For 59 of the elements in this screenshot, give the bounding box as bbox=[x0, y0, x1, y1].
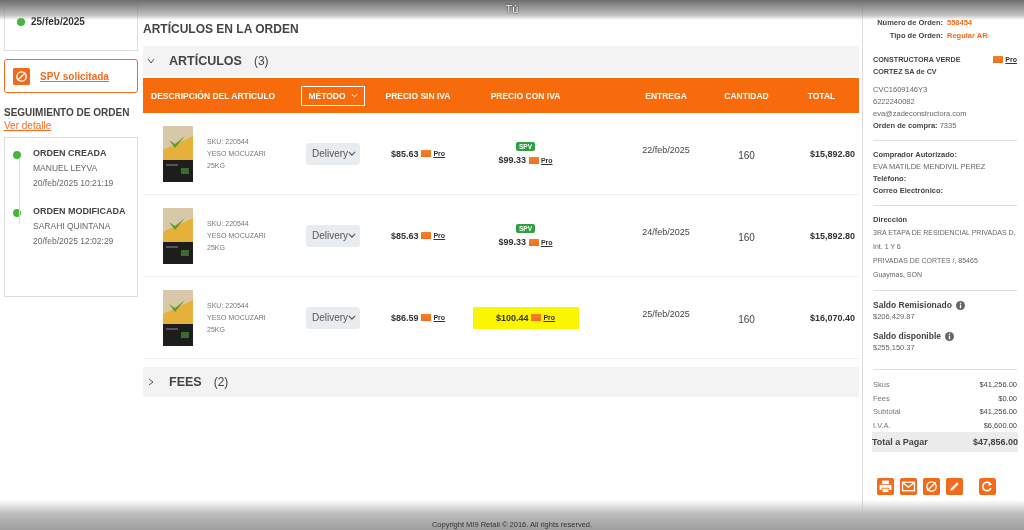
column-header: PRECIO SIN IVA bbox=[385, 90, 451, 101]
method-dropdown[interactable]: Delivery bbox=[306, 224, 360, 247]
caller-caption: Tú bbox=[505, 3, 519, 17]
delivery-date: 25/feb/2025 bbox=[642, 309, 690, 319]
row-total: $16,070.40 bbox=[809, 312, 855, 323]
column-header: CANTIDAD bbox=[724, 90, 769, 101]
chevron-icon bbox=[147, 57, 155, 65]
quantity: 160 bbox=[738, 232, 755, 243]
tracking-title: SEGUIMIENTO DE ORDEN bbox=[4, 107, 131, 118]
status-dot bbox=[17, 17, 25, 26]
balance-label: Saldo Remisionado bbox=[873, 299, 952, 311]
caret-icon bbox=[348, 315, 356, 320]
price-with-tax: $100.44 bbox=[495, 312, 529, 323]
mail-icon[interactable] bbox=[900, 478, 917, 495]
grand-total-label: Total a Pagar bbox=[872, 437, 928, 447]
price-with-tax: $99.33 bbox=[498, 237, 526, 247]
column-header: ENTREGA bbox=[645, 90, 687, 101]
price-without-tax: $86.59 bbox=[390, 312, 419, 323]
column-header: TOTAL bbox=[807, 90, 836, 101]
price-without-tax: $85.63 bbox=[390, 230, 419, 241]
section-title: FEES bbox=[169, 375, 202, 389]
section-count: (3) bbox=[253, 54, 269, 68]
method-dropdown[interactable]: Delivery bbox=[306, 142, 360, 165]
chevron-icon bbox=[147, 378, 155, 386]
delivery-date: 24/feb/2025 bbox=[642, 227, 690, 237]
grand-total-value: $47,856.00 bbox=[972, 437, 1018, 447]
price-without-tax: $85.63 bbox=[390, 148, 419, 159]
caret-icon bbox=[350, 93, 358, 98]
quantity: 160 bbox=[738, 150, 755, 161]
quantity: 160 bbox=[738, 314, 755, 325]
event-dot bbox=[13, 151, 21, 159]
caret-icon bbox=[348, 151, 356, 156]
info-icon[interactable] bbox=[945, 331, 954, 341]
column-header: DESCRIPCIÓN DEL ARTÍCULO bbox=[151, 90, 276, 101]
column-header: PRECIO CON IVA bbox=[490, 90, 561, 101]
section-count: (2) bbox=[213, 375, 229, 389]
event-time: 20/feb/2025 10:21:19 bbox=[33, 178, 114, 188]
price-with-tax: $99.33 bbox=[498, 155, 526, 165]
print-icon[interactable] bbox=[877, 478, 894, 495]
row-total: $15,892.80 bbox=[809, 230, 855, 241]
balance-label: Saldo disponible bbox=[873, 330, 941, 342]
caret-icon bbox=[348, 233, 356, 238]
section-header[interactable]: ARTÍCULOS (3) bbox=[143, 46, 859, 76]
event-user: SARAHI QUINTANA bbox=[33, 221, 112, 231]
section-header[interactable]: FEES (2) bbox=[143, 367, 859, 397]
page-title: ARTÍCULOS EN LA ORDEN bbox=[143, 22, 300, 38]
event-title: ORDEN MODIFICADA bbox=[33, 206, 126, 216]
section-title: ARTÍCULOS bbox=[169, 54, 242, 68]
refresh-icon[interactable] bbox=[979, 478, 996, 495]
order-date: 25/feb/2025 bbox=[31, 16, 85, 27]
method-dropdown[interactable]: Delivery bbox=[306, 306, 360, 329]
event-time: 20/feb/2025 12:02:29 bbox=[33, 236, 115, 246]
row-total: $15,892.80 bbox=[809, 148, 855, 159]
delivery-date: 22/feb/2025 bbox=[642, 145, 690, 155]
event-dot bbox=[13, 209, 21, 217]
event-title: ORDEN CREADA bbox=[33, 148, 108, 158]
info-icon[interactable] bbox=[955, 300, 965, 310]
edit-icon[interactable] bbox=[946, 478, 963, 495]
event-user: MANUEL LEYVA bbox=[33, 163, 99, 173]
